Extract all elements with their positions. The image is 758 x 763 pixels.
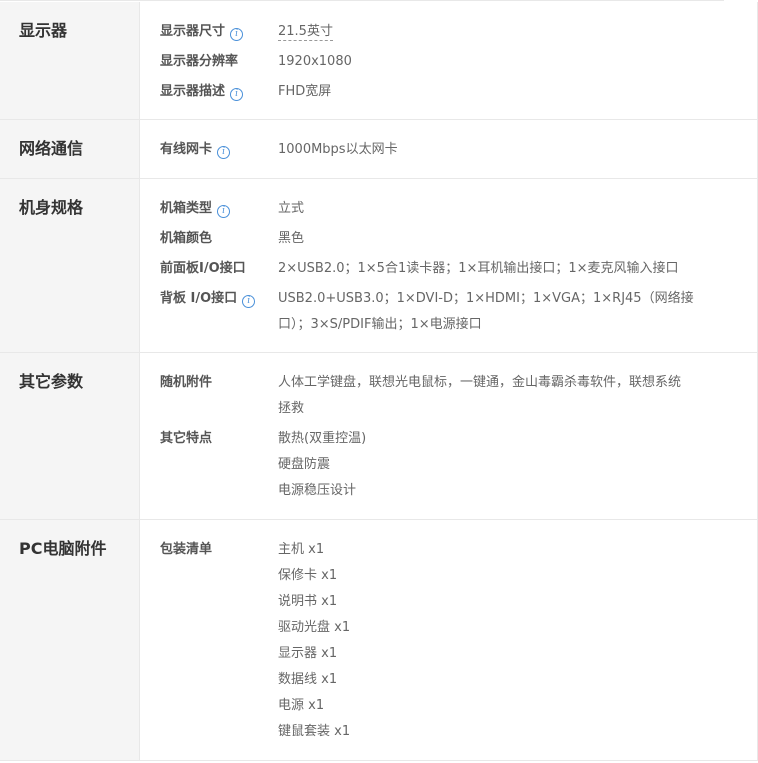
spec-row-features: 其它特点 散热(双重控温) 硬盘防震 电源稳压设计 <box>140 426 757 504</box>
spec-row-nic: 有线网卡 i 1000Mbps以太网卡 <box>140 137 757 163</box>
spec-label: 前面板I/O接口 <box>160 261 246 276</box>
section-rows: 包装清单 主机 x1 保修卡 x1 说明书 x1 驱动光盘 x1 显示器 x1 … <box>140 520 757 760</box>
top-divider <box>0 0 724 1</box>
spec-label: 其它特点 <box>160 431 213 446</box>
spec-row-size: 显示器尺寸 i 21.5英寸 <box>140 19 757 45</box>
spec-row-type: 机箱类型 i 立式 <box>140 196 757 222</box>
spec-row-desc: 显示器描述 i FHD宽屏 <box>140 79 757 105</box>
package-item: 驱动光盘 x1 <box>278 620 351 635</box>
label-text: 显示器尺寸 <box>160 24 226 39</box>
section-network: 网络通信 有线网卡 i 1000Mbps以太网卡 <box>0 120 757 179</box>
spec-value: 人体工学键盘，联想光电鼠标，一键通，金山毒霸杀毒软件，联想系统 拯救 <box>278 370 757 422</box>
spec-label: 包装清单 <box>160 542 213 557</box>
spec-value: 主机 x1 保修卡 x1 说明书 x1 驱动光盘 x1 显示器 x1 数据线 x… <box>278 537 757 745</box>
spec-value: USB2.0+USB3.0；1×DVI-D；1×HDMI；1×VGA；1×RJ4… <box>278 286 757 338</box>
feature-item: 电源稳压设计 <box>278 483 357 498</box>
section-display: 显示器 显示器尺寸 i 21.5英寸 显示器分辨率 1920x1080 显示器描述… <box>0 2 757 120</box>
section-rows: 有线网卡 i 1000Mbps以太网卡 <box>140 120 757 178</box>
value-line: USB2.0+USB3.0；1×DVI-D；1×HDMI；1×VGA；1×RJ4… <box>278 291 694 306</box>
package-item: 电源 x1 <box>278 698 325 713</box>
package-item: 键鼠套装 x1 <box>278 724 351 739</box>
spec-row-resolution: 显示器分辨率 1920x1080 <box>140 49 757 75</box>
package-item: 主机 x1 <box>278 542 325 557</box>
info-icon[interactable]: i <box>242 295 256 308</box>
value-line: 人体工学键盘，联想光电鼠标，一键通，金山毒霸杀毒软件，联想系统 <box>278 375 682 390</box>
spec-label: 机箱颜色 <box>160 231 213 246</box>
category-title: 机身规格 <box>0 179 140 352</box>
label-text: 背板 I/O接口 <box>160 291 238 306</box>
feature-item: 散热(双重控温) <box>278 431 367 446</box>
info-icon[interactable]: i <box>217 146 231 159</box>
category-title: PC电脑附件 <box>0 520 140 760</box>
spec-value[interactable]: 21.5英寸 <box>278 19 757 45</box>
info-icon[interactable]: i <box>230 88 244 101</box>
section-other: 其它参数 随机附件 人体工学键盘，联想光电鼠标，一键通，金山毒霸杀毒软件，联想系… <box>0 353 757 520</box>
spec-label: 背板 I/O接口 i <box>140 286 278 312</box>
package-item: 显示器 x1 <box>278 646 338 661</box>
spec-value: 1920x1080 <box>278 54 352 69</box>
spec-value: 散热(双重控温) 硬盘防震 电源稳压设计 <box>278 426 757 504</box>
package-item: 保修卡 x1 <box>278 568 338 583</box>
label-text: 有线网卡 <box>160 142 213 157</box>
section-rows: 随机附件 人体工学键盘，联想光电鼠标，一键通，金山毒霸杀毒软件，联想系统 拯救 … <box>140 353 757 519</box>
spec-label: 有线网卡 i <box>140 137 278 163</box>
spec-row-package: 包装清单 主机 x1 保修卡 x1 说明书 x1 驱动光盘 x1 显示器 x1 … <box>140 537 757 745</box>
info-icon[interactable]: i <box>217 205 231 218</box>
section-chassis: 机身规格 机箱类型 i 立式 机箱颜色 黑色 前面板I/O接口 2×USB2.0；… <box>0 179 757 353</box>
package-item: 数据线 x1 <box>278 672 338 687</box>
category-title: 显示器 <box>0 2 140 119</box>
spec-value: FHD宽屏 <box>278 84 332 99</box>
package-item: 说明书 x1 <box>278 594 338 609</box>
spec-value: 2×USB2.0；1×5合1读卡器；1×耳机输出接口；1×麦克风输入接口 <box>278 261 679 276</box>
category-title: 其它参数 <box>0 353 140 519</box>
spec-row-front-io: 前面板I/O接口 2×USB2.0；1×5合1读卡器；1×耳机输出接口；1×麦克… <box>140 256 757 282</box>
label-text: 显示器描述 <box>160 84 226 99</box>
spec-label: 显示器描述 i <box>140 79 278 105</box>
section-rows: 机箱类型 i 立式 机箱颜色 黑色 前面板I/O接口 2×USB2.0；1×5合1… <box>140 179 757 352</box>
spec-label: 随机附件 <box>160 375 213 390</box>
size-value[interactable]: 21.5英寸 <box>278 24 333 41</box>
value-line: 拯救 <box>278 401 305 416</box>
feature-item: 硬盘防震 <box>278 457 331 472</box>
value-line: 口）；3×S/PDIF输出；1×电源接口 <box>278 317 482 332</box>
spec-label: 显示器分辨率 <box>160 54 239 69</box>
section-rows: 显示器尺寸 i 21.5英寸 显示器分辨率 1920x1080 显示器描述 i FH… <box>140 2 757 119</box>
spec-table: 显示器 显示器尺寸 i 21.5英寸 显示器分辨率 1920x1080 显示器描述… <box>0 2 758 761</box>
spec-row-color: 机箱颜色 黑色 <box>140 226 757 252</box>
spec-value: 黑色 <box>278 231 305 246</box>
spec-value: 立式 <box>278 201 305 216</box>
spec-row-rear-io: 背板 I/O接口 i USB2.0+USB3.0；1×DVI-D；1×HDMI；1… <box>140 286 757 338</box>
category-title: 网络通信 <box>0 120 140 178</box>
spec-label: 显示器尺寸 i <box>140 19 278 45</box>
spec-row-accessories: 随机附件 人体工学键盘，联想光电鼠标，一键通，金山毒霸杀毒软件，联想系统 拯救 <box>140 370 757 422</box>
spec-label: 机箱类型 i <box>140 196 278 222</box>
info-icon[interactable]: i <box>230 28 244 41</box>
spec-value: 1000Mbps以太网卡 <box>278 142 398 157</box>
section-pc-accessories: PC电脑附件 包装清单 主机 x1 保修卡 x1 说明书 x1 驱动光盘 x1 … <box>0 520 757 760</box>
label-text: 机箱类型 <box>160 201 213 216</box>
